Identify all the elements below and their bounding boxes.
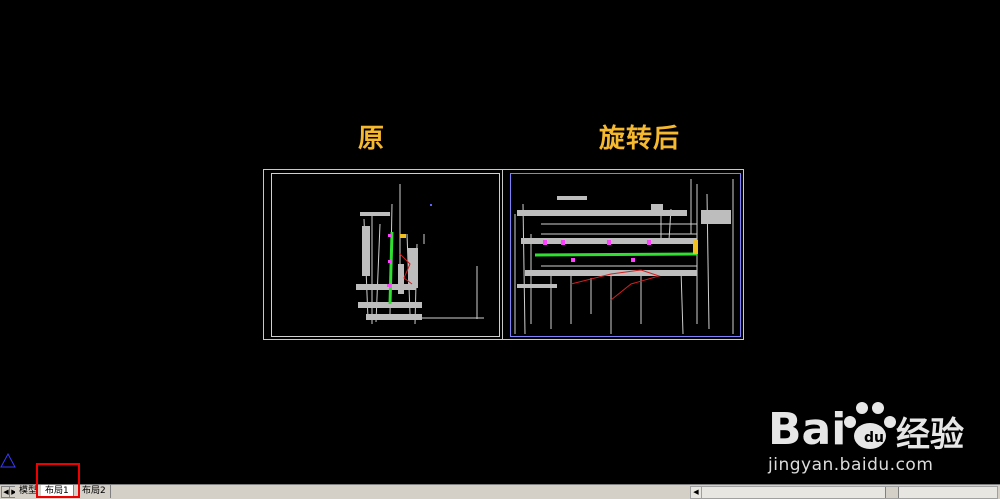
title-original: 原 — [358, 124, 386, 154]
tab-layout2[interactable]: 布局2 — [78, 485, 111, 498]
scroll-left-arrow-icon[interactable]: ◀ — [691, 487, 702, 498]
drawing-canvas[interactable]: 原 旋转后 Bai du 经验 jingyan.baidu.com — [0, 0, 1000, 484]
viewport-rotated[interactable] — [510, 173, 741, 337]
svg-text:du: du — [864, 430, 884, 446]
watermark-url: jingyan.baidu.com — [768, 455, 934, 475]
svg-text:经验: 经验 — [896, 415, 964, 455]
ucs-icon — [0, 452, 16, 468]
horizontal-scrollbar[interactable]: ◀ — [690, 486, 998, 499]
scrollbar-thumb[interactable] — [885, 487, 899, 498]
layout-tab-bar: ◀ ▶ 模型 布局1 布局2 ◀ — [0, 484, 1000, 499]
sheet-divider — [502, 169, 503, 340]
original-plan-drawing — [356, 184, 484, 325]
tab-highlight-annotation — [36, 463, 80, 498]
svg-text:Bai: Bai — [768, 404, 846, 455]
title-rotated: 旋转后 — [599, 124, 681, 154]
rotated-plan-drawing — [514, 179, 734, 335]
viewport-original[interactable] — [271, 173, 500, 337]
